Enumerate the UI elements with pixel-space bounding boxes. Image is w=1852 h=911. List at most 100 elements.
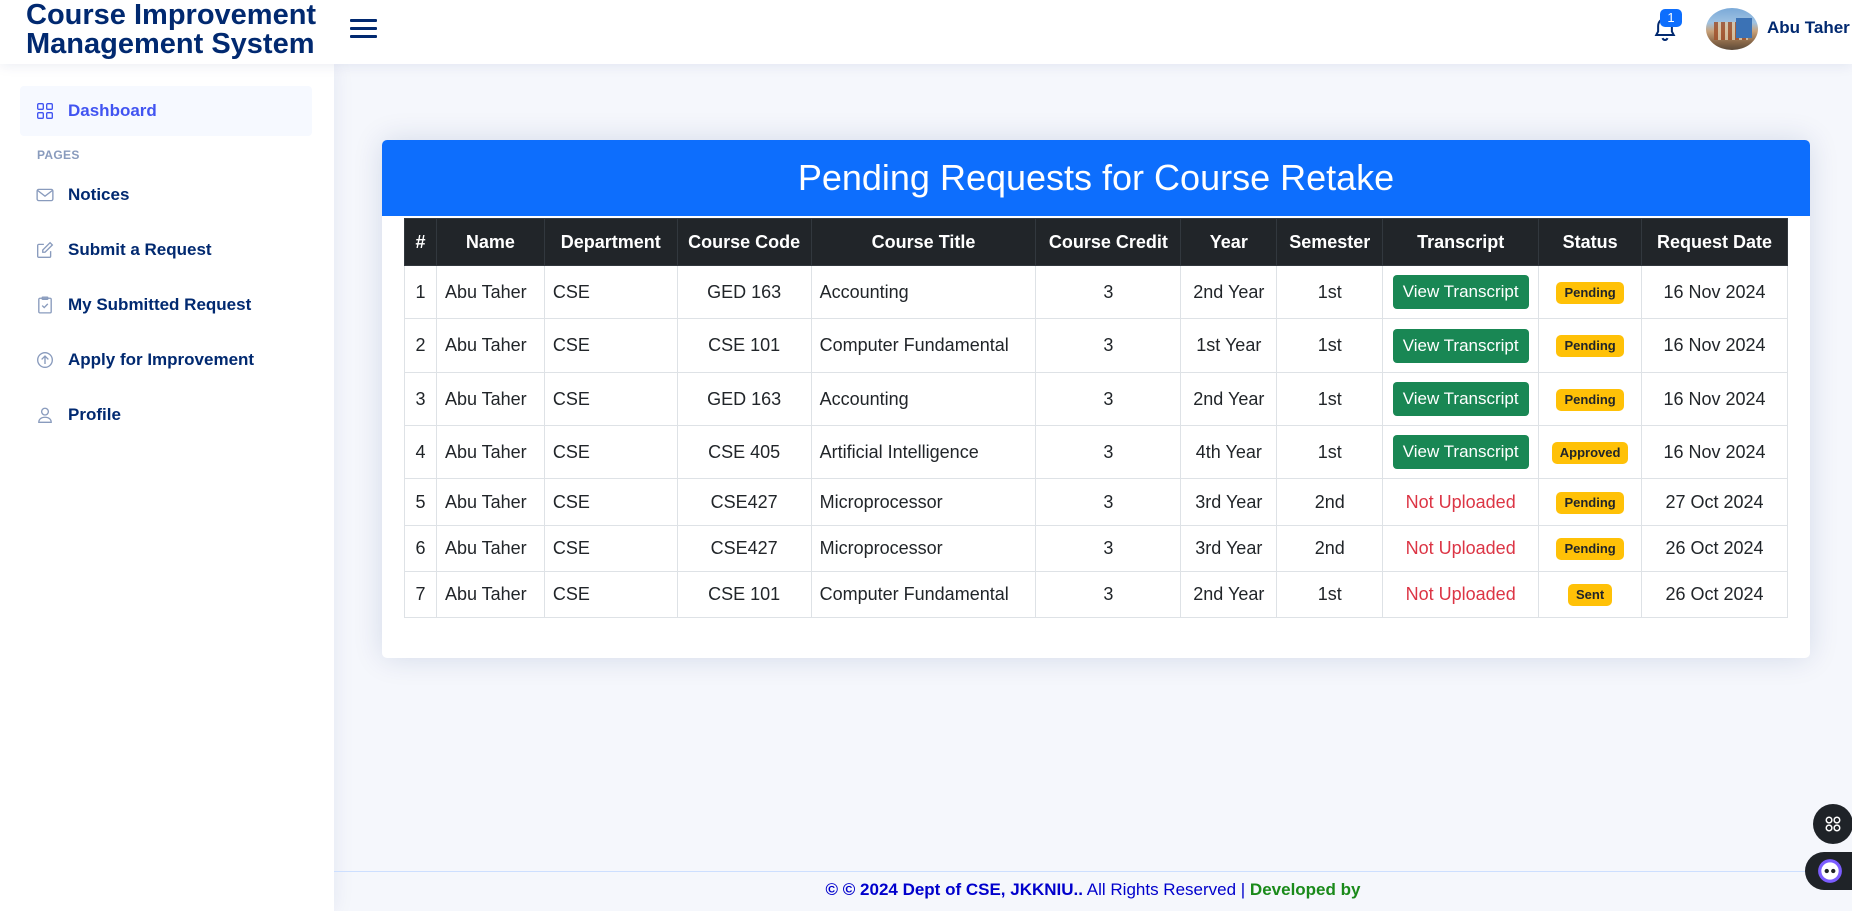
bot-icon — [1818, 859, 1842, 883]
cell-request-date: 27 Oct 2024 — [1641, 478, 1788, 526]
column-header: Request Date — [1641, 218, 1788, 266]
table-header-row: # Name Department Course Code Course Tit… — [404, 218, 1788, 266]
cell-year: 2nd Year — [1180, 265, 1278, 319]
cell-course-code: CSE 405 — [676, 425, 812, 479]
cell-department: CSE — [543, 525, 678, 572]
footer: © © 2024 Dept of CSE, JKKNIU.. All Right… — [334, 871, 1852, 911]
cell-transcript: View Transcript — [1382, 318, 1540, 373]
envelope-icon — [36, 188, 54, 202]
cell-year: 4th Year — [1180, 425, 1278, 479]
cell-index: 5 — [404, 478, 437, 526]
sidebar-item-profile[interactable]: Profile — [20, 390, 312, 440]
cell-course-code: CSE427 — [676, 478, 812, 526]
pending-requests-card: Pending Requests for Course Retake # Nam… — [382, 140, 1810, 658]
cell-name: Abu Taher — [435, 372, 545, 426]
requests-table: # Name Department Course Code Course Tit… — [404, 218, 1788, 618]
sidebar-item-notices[interactable]: Notices — [20, 170, 312, 220]
column-header: Transcript — [1382, 218, 1540, 266]
clipboard-check-icon — [38, 296, 52, 314]
cell-course-code: GED 163 — [676, 265, 812, 319]
view-transcript-button[interactable]: View Transcript — [1392, 328, 1529, 363]
cell-name: Abu Taher — [435, 478, 545, 526]
table-row: 7 Abu Taher CSE CSE 101 Computer Fundame… — [404, 571, 1788, 618]
avatar[interactable] — [1706, 8, 1758, 50]
sidebar-item-my-submitted-request[interactable]: My Submitted Request — [20, 280, 312, 330]
column-header: Status — [1538, 218, 1643, 266]
table-row: 6 Abu Taher CSE CSE427 Microprocessor 3 … — [404, 525, 1788, 572]
cell-index: 6 — [404, 525, 437, 572]
cell-semester: 2nd — [1276, 478, 1384, 526]
cell-index: 1 — [404, 265, 437, 319]
status-badge: Pending — [1556, 538, 1624, 560]
cell-name: Abu Taher — [435, 425, 545, 479]
column-header: Course Credit — [1035, 218, 1182, 266]
cell-status: Pending — [1538, 318, 1643, 373]
app-logo[interactable]: Course Improvement Management System — [26, 0, 326, 59]
cell-name: Abu Taher — [435, 525, 545, 572]
cell-request-date: 16 Nov 2024 — [1641, 318, 1788, 373]
view-transcript-button[interactable]: View Transcript — [1392, 382, 1529, 416]
cell-transcript: View Transcript — [1382, 265, 1540, 319]
sidebar-heading-pages: PAGES — [37, 148, 80, 162]
apps-grid-icon — [1825, 816, 1841, 832]
cell-status: Pending — [1538, 525, 1643, 572]
cell-semester: 1st — [1276, 372, 1384, 426]
logo-line-2: Management System — [26, 28, 315, 60]
cell-name: Abu Taher — [435, 571, 545, 618]
sidebar: Dashboard PAGES Notices Submit a Request… — [0, 64, 334, 911]
column-header: Course Code — [676, 218, 812, 266]
cell-course-credit: 3 — [1035, 525, 1182, 572]
pencil-square-icon — [37, 241, 54, 258]
cell-index: 3 — [404, 372, 437, 426]
sidebar-item-apply-improvement[interactable]: Apply for Improvement — [20, 335, 312, 385]
sidebar-item-submit-request[interactable]: Submit a Request — [20, 225, 312, 275]
cell-status: Pending — [1538, 372, 1643, 426]
cell-course-credit: 3 — [1035, 265, 1182, 319]
cell-semester: 2nd — [1276, 525, 1384, 572]
status-badge: Pending — [1556, 281, 1624, 304]
footer-developed-by[interactable]: Developed by — [1250, 880, 1361, 899]
view-transcript-button[interactable]: View Transcript — [1392, 275, 1529, 309]
cell-index: 7 — [404, 571, 437, 618]
notification-badge: 1 — [1660, 9, 1682, 27]
user-menu[interactable]: Abu Taher ▾ — [1767, 18, 1852, 38]
cell-course-code: CSE 101 — [676, 318, 812, 373]
apps-grid-button[interactable] — [1813, 804, 1852, 844]
table-row: 2 Abu Taher CSE CSE 101 Computer Fundame… — [404, 318, 1788, 373]
cell-status: Approved — [1538, 425, 1643, 479]
cell-transcript-not-uploaded: Not Uploaded — [1382, 571, 1540, 618]
cell-course-credit: 3 — [1035, 318, 1182, 373]
cell-index: 2 — [404, 318, 437, 373]
top-header: Course Improvement Management System 1 A… — [0, 0, 1852, 64]
sidebar-item-label: Apply for Improvement — [68, 350, 255, 369]
sidebar-item-dashboard[interactable]: Dashboard — [20, 86, 312, 136]
cell-course-title: Computer Fundamental — [810, 318, 1037, 373]
cell-request-date: 26 Oct 2024 — [1641, 525, 1788, 572]
status-badge: Pending — [1556, 335, 1624, 357]
card-title: Pending Requests for Course Retake — [382, 140, 1810, 216]
cell-semester: 1st — [1276, 425, 1384, 479]
cell-course-title: Microprocessor — [810, 478, 1037, 526]
sidebar-item-label: Notices — [68, 185, 130, 204]
status-badge: Pending — [1556, 491, 1624, 514]
column-header: Course Title — [810, 218, 1037, 266]
cell-name: Abu Taher — [435, 318, 545, 373]
table-row: 1 Abu Taher CSE GED 163 Accounting 3 2nd… — [404, 265, 1788, 319]
cell-transcript-not-uploaded: Not Uploaded — [1382, 525, 1540, 572]
column-header: Semester — [1276, 218, 1384, 266]
cell-course-title: Artificial Intelligence — [810, 425, 1037, 479]
cell-course-title: Accounting — [810, 265, 1037, 319]
cell-year: 2nd Year — [1180, 372, 1278, 426]
menu-toggle-icon[interactable] — [350, 17, 378, 41]
view-transcript-button[interactable]: View Transcript — [1392, 435, 1529, 469]
chat-assistant-button[interactable] — [1805, 852, 1852, 890]
cell-status: Pending — [1538, 478, 1643, 526]
cell-status: Pending — [1538, 265, 1643, 319]
cell-request-date: 16 Nov 2024 — [1641, 265, 1788, 319]
cell-course-credit: 3 — [1035, 478, 1182, 526]
cell-department: CSE — [543, 265, 678, 319]
cell-semester: 1st — [1276, 318, 1384, 373]
table-row: 3 Abu Taher CSE GED 163 Accounting 3 2nd… — [404, 372, 1788, 426]
cell-department: CSE — [543, 318, 678, 373]
cell-year: 1st Year — [1180, 318, 1278, 373]
